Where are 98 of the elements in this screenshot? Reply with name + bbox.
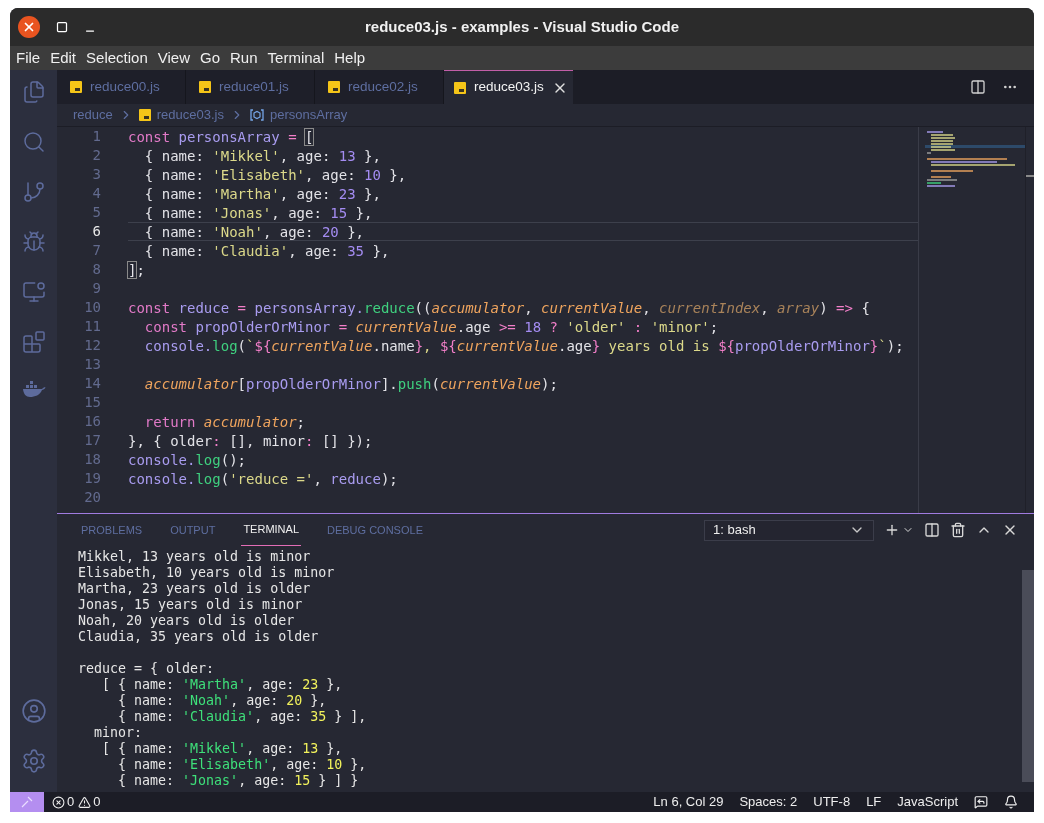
code-line: { name: 'Elisabeth', age: 10 }, — [143, 166, 408, 184]
terminal-line: minor: — [93, 725, 144, 741]
line-number: 8 — [91, 260, 101, 279]
terminal-line: { name: 'Noah', age: 20 }, — [117, 693, 328, 709]
code-line: { name: 'Jonas', age: 15 }, — [143, 204, 374, 222]
terminal-line: Elisabeth, 10 years old is minor — [78, 565, 336, 581]
code-line: console.log('reduce =', reduce); — [128, 470, 399, 488]
line-number: 9 — [91, 279, 101, 298]
line-number: 4 — [91, 184, 101, 203]
scrollbar-thumb[interactable] — [1022, 570, 1034, 782]
menu-item[interactable]: Edit — [50, 46, 77, 70]
code-line: }, { older: [], minor: [] }); — [128, 432, 374, 450]
line-number: 14 — [83, 374, 101, 393]
editor-tab[interactable]: reduce03.js — [444, 70, 573, 104]
warning-icon[interactable] — [78, 795, 92, 809]
line-number: 1 — [91, 127, 101, 146]
line-number: 7 — [91, 241, 101, 260]
terminal-line: reduce = { older: — [78, 661, 216, 677]
bell-icon[interactable] — [1004, 795, 1018, 809]
panel-tab[interactable]: TERMINAL — [241, 514, 301, 546]
code-line: { name: 'Mikkel', age: 13 }, — [143, 147, 382, 165]
menu-item[interactable]: Terminal — [267, 46, 325, 70]
remote-icon — [21, 796, 33, 808]
settings-icon[interactable] — [20, 748, 47, 774]
line-number: 16 — [83, 412, 101, 431]
status-item[interactable]: Ln 6, Col 29 — [653, 792, 724, 812]
line-number: 15 — [83, 393, 101, 412]
menu-item[interactable]: View — [157, 46, 190, 70]
code-line: { name: 'Noah', age: 20 }, — [128, 222, 918, 241]
extensions-icon[interactable] — [21, 330, 46, 354]
status-item[interactable]: UTF-8 — [813, 792, 851, 812]
line-number: 19 — [83, 469, 101, 488]
maximize-icon[interactable] — [56, 21, 68, 33]
files-icon[interactable] — [21, 80, 46, 104]
terminal-line: Noah, 20 years old is older — [78, 613, 296, 629]
close-icon — [22, 20, 36, 34]
trash-icon[interactable] — [950, 522, 966, 538]
js-file-icon — [199, 81, 211, 93]
code-line: console.log(`${currentValue.name}, ${currentValue.age} years old is ${propOlderOrMinor}`); — [143, 337, 905, 355]
terminal-select[interactable]: 1: bash — [704, 519, 874, 541]
line-number: 20 — [83, 488, 101, 507]
whale-icon[interactable] — [21, 380, 46, 398]
split-icon[interactable] — [924, 522, 940, 538]
account-icon[interactable] — [20, 698, 47, 724]
error-icon[interactable] — [52, 795, 65, 809]
status-item[interactable]: JavaScript — [897, 792, 958, 812]
terminal-line: Martha, 23 years old is older — [78, 581, 312, 597]
terminal-line: Claudia, 35 years old is older — [78, 629, 320, 645]
line-number: 5 — [91, 203, 101, 222]
code-line: ]; — [128, 261, 146, 279]
line-number: 12 — [83, 336, 101, 355]
menu-item[interactable]: Help — [334, 46, 366, 70]
menu-item[interactable]: File — [16, 46, 41, 70]
menu-item[interactable]: Run — [230, 46, 258, 70]
symbol-icon — [249, 109, 264, 121]
terminal-line: Mikkel, 13 years old is minor — [78, 549, 312, 565]
terminal-line: [ { name: 'Mikkel', age: 13 }, — [101, 741, 344, 757]
monitor-icon[interactable] — [21, 280, 46, 304]
feedback-icon[interactable] — [974, 795, 988, 809]
js-file-icon — [328, 81, 340, 93]
js-file-icon — [138, 109, 151, 121]
line-number: 10 — [83, 298, 101, 317]
terminal-line: { name: 'Elisabeth', age: 10 }, — [117, 757, 368, 773]
js-file-icon — [454, 81, 466, 94]
terminal-line: { name: 'Claudia', age: 35 } ], — [117, 709, 368, 725]
line-number: 18 — [83, 450, 101, 469]
code-line: console.log(); — [128, 451, 248, 469]
line-number: 2 — [91, 146, 101, 165]
code-line: const personsArray = [ — [128, 128, 315, 146]
error-count[interactable]: 0 — [67, 792, 75, 812]
terminal-line: { name: 'Jonas', age: 15 } ] } — [117, 773, 360, 789]
code-line: { name: 'Claudia', age: 35 }, — [143, 242, 391, 260]
line-number: 11 — [83, 317, 101, 336]
branch-icon[interactable] — [21, 180, 46, 204]
js-file-icon — [70, 81, 82, 93]
line-number: 13 — [83, 355, 101, 374]
status-item[interactable]: LF — [866, 792, 882, 812]
code-line: const reduce = personsArray.reduce((accumulator, currentValue, currentIndex, array) => { — [128, 299, 871, 317]
window-title: reduce03.js - examples - Visual Studio Code — [365, 16, 679, 37]
line-number: 3 — [91, 165, 101, 184]
status-item[interactable]: Spaces: 2 — [739, 792, 798, 812]
code-line: return accumulator; — [143, 413, 306, 431]
terminal-line: [ { name: 'Martha', age: 23 }, — [101, 677, 344, 693]
warning-count[interactable]: 0 — [93, 792, 101, 812]
add-icon[interactable] — [884, 522, 900, 538]
scrollbar-marker — [1026, 175, 1034, 177]
line-number: 17 — [83, 431, 101, 450]
close-button[interactable] — [18, 16, 40, 38]
menu-item[interactable]: Go — [200, 46, 220, 70]
split-editor-icon[interactable] — [970, 79, 986, 95]
code-line: accumulator[propOlderOrMinor].push(currentValue); — [143, 375, 559, 393]
line-number: 6 — [91, 222, 101, 241]
bug-icon[interactable] — [21, 230, 46, 254]
search-icon[interactable] — [21, 130, 46, 154]
code-line: const propOlderOrMinor = currentValue.age >= 18 ? 'older' : 'minor'; — [143, 318, 720, 336]
code-line: { name: 'Martha', age: 23 }, — [143, 185, 382, 203]
menu-item[interactable]: Selection — [86, 46, 148, 70]
terminal-line: Jonas, 15 years old is minor — [78, 597, 304, 613]
